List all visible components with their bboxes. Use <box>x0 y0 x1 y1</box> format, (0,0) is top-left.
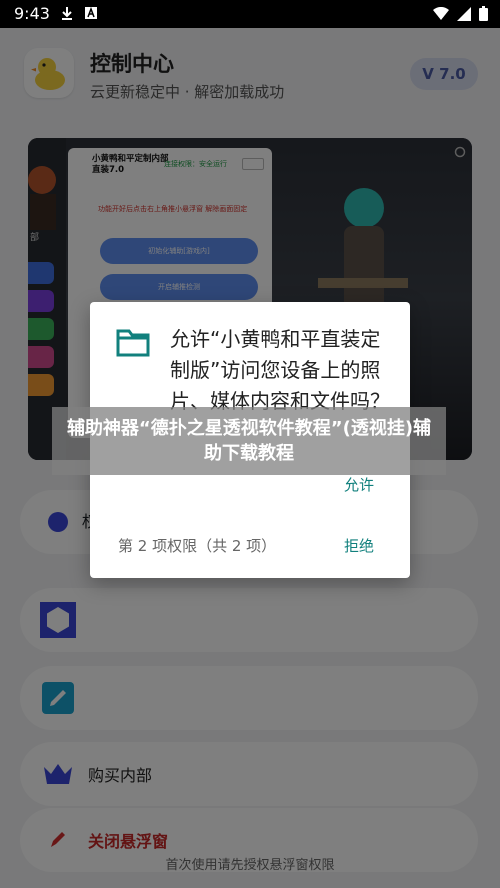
app-notification-icon <box>85 6 97 19</box>
allow-button[interactable]: 允许 <box>344 474 374 495</box>
folder-icon <box>116 329 150 357</box>
signal-icon <box>457 6 471 21</box>
status-bar: 9:43 <box>0 0 500 28</box>
permission-count: 第 2 项权限（共 2 项） <box>118 537 277 555</box>
overlay-caption: 辅助神器“德扑之星透视软件教程”(透视挂)辅助下载教程 <box>52 407 446 475</box>
status-indicators <box>433 6 488 21</box>
status-time: 9:43 <box>14 4 50 23</box>
download-icon <box>62 7 72 20</box>
wifi-icon <box>433 6 449 20</box>
battery-icon <box>479 6 488 21</box>
deny-button[interactable]: 拒绝 <box>344 535 374 556</box>
